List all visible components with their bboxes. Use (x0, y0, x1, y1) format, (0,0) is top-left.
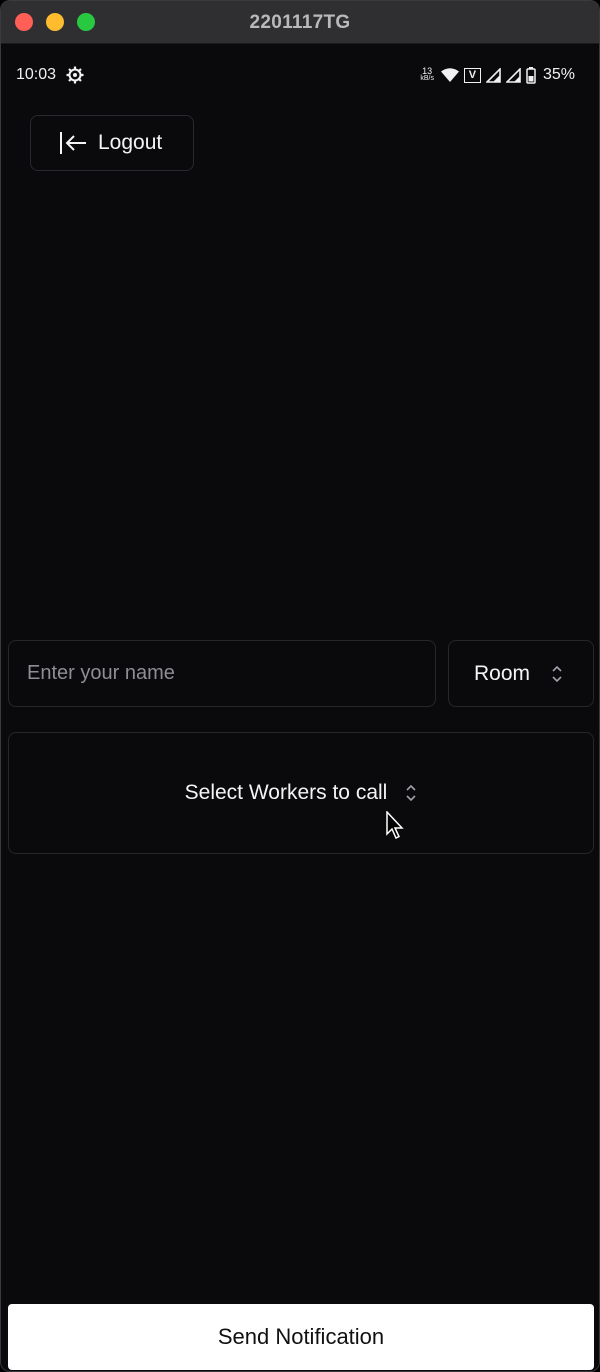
settings-gear-icon (66, 66, 84, 84)
status-time: 10:03 (16, 66, 57, 83)
signal-icon (485, 67, 501, 83)
battery-percentage: 35% (542, 66, 575, 83)
chevron-up-down-icon (552, 665, 562, 683)
status-bar: 10:03 13 kB/s V 35% (1, 45, 599, 107)
status-icons: 13 kB/s V 35% (420, 65, 575, 85)
name-field (8, 640, 436, 707)
vpn-icon: V (463, 67, 481, 83)
network-speed-unit: kB/s (420, 75, 434, 82)
network-speed-value: 13 (422, 66, 433, 76)
wifi-icon (440, 67, 459, 83)
workers-select[interactable]: Select Workers to call (8, 732, 594, 854)
app-window: 2201117TG 10:03 13 kB/s V 35% Logout Ent… (0, 0, 600, 1372)
network-speed: 13 kB/s (420, 67, 434, 83)
phone-screen: 10:03 13 kB/s V 35% Logout Enter your na… (1, 45, 599, 1371)
send-notification-label: Send Notification (217, 1324, 385, 1349)
logout-arrow-icon (60, 132, 86, 154)
room-select-label: Room (474, 661, 531, 685)
title-bar: 2201117TG (1, 1, 599, 44)
workers-select-label: Select Workers to call (184, 781, 388, 804)
logout-label: Logout (98, 131, 163, 154)
send-notification-button[interactable]: Send Notification (8, 1304, 594, 1370)
chevron-up-down-icon (406, 784, 416, 802)
logout-button[interactable]: Logout (30, 115, 194, 171)
window-title: 2201117TG (249, 12, 351, 33)
battery-icon (526, 66, 536, 84)
mouse-cursor-icon (386, 811, 404, 840)
name-input[interactable] (9, 641, 435, 706)
room-select[interactable]: Room (448, 640, 594, 707)
signal-icon (505, 67, 521, 83)
